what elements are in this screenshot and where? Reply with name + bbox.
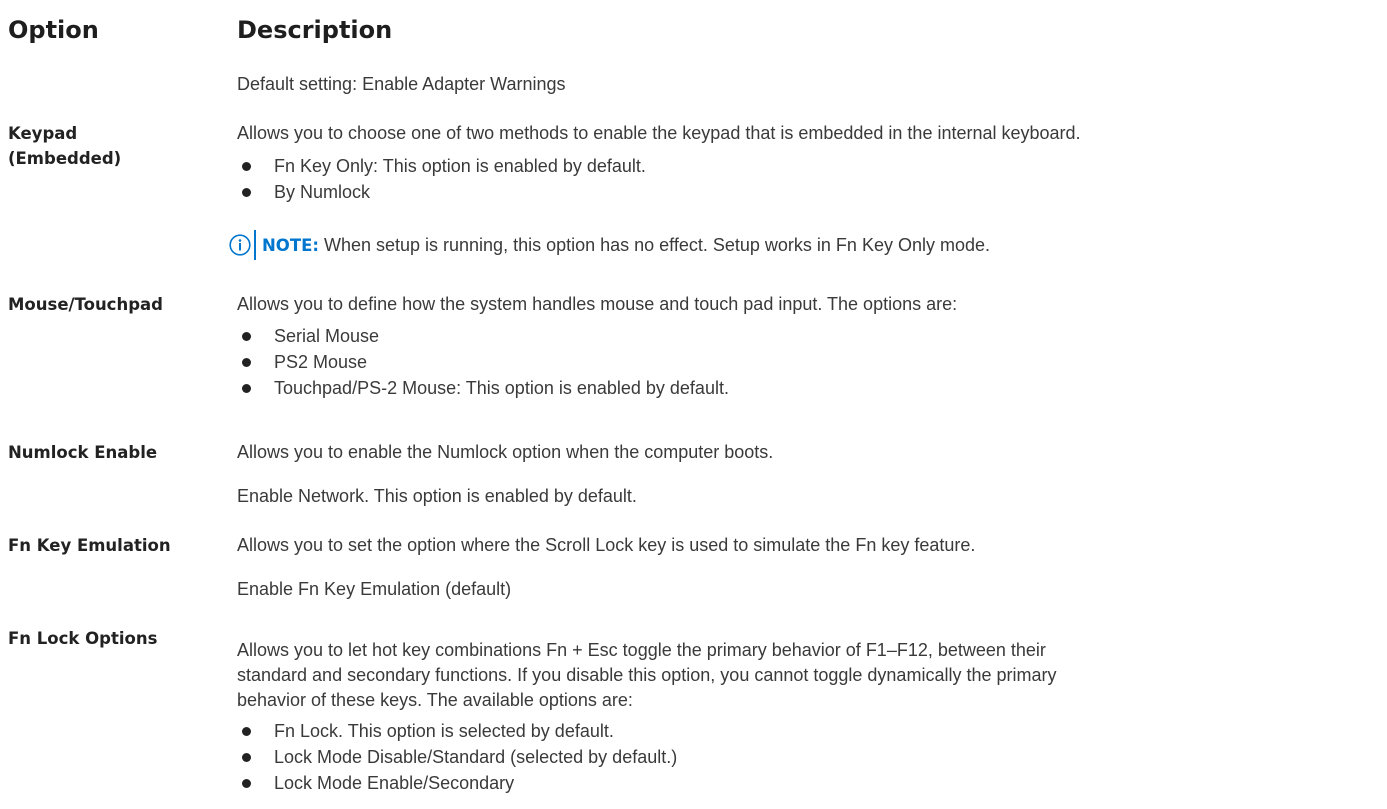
list-item: Lock Mode Enable/Secondary	[237, 770, 677, 796]
option-numlock-enable: Numlock Enable	[8, 443, 158, 462]
option-mouse-touchpad: Mouse/Touchpad	[8, 295, 163, 314]
fn-emulation-default: Enable Fn Key Emulation (default)	[237, 579, 512, 599]
fn-lock-description-line-3: behavior of these keys. The available op…	[237, 690, 633, 710]
list-item: Lock Mode Disable/Standard (selected by …	[237, 744, 677, 770]
option-fn-lock-options: Fn Lock Options	[8, 629, 158, 648]
bios-options-table: Option Description Default setting: Enab…	[0, 0, 1387, 809]
bullet-dot	[242, 727, 251, 736]
bullet-dot	[242, 779, 251, 788]
fn-lock-description-line-1: Allows you to let hot key combinations F…	[237, 640, 1046, 660]
note-label: NOTE:	[262, 235, 319, 255]
mouse-description: Allows you to define how the system hand…	[237, 294, 958, 314]
list-item: Fn Lock. This option is selected by defa…	[237, 718, 677, 744]
list-item: Serial Mouse	[237, 323, 729, 349]
info-circle-icon	[229, 234, 251, 256]
numlock-description: Allows you to enable the Numlock option …	[237, 442, 774, 462]
keypad-description: Allows you to choose one of two methods …	[237, 123, 1081, 143]
bullet-dot	[242, 753, 251, 762]
column-header-description: Description	[237, 16, 393, 44]
mouse-options-list: Serial Mouse PS2 Mouse Touchpad/PS-2 Mou…	[237, 323, 729, 401]
note-text: NOTE: When setup is running, this option …	[262, 234, 990, 255]
numlock-default: Enable Network. This option is enabled b…	[237, 486, 637, 506]
fn-lock-options-list: Fn Lock. This option is selected by defa…	[237, 718, 677, 796]
note-divider	[254, 230, 256, 260]
keypad-options-list: Fn Key Only: This option is enabled by d…	[237, 153, 646, 205]
option-keypad-embedded: Keypad (Embedded)	[8, 124, 122, 168]
bullet-dot	[242, 358, 251, 367]
bullet-dot	[242, 188, 251, 197]
bullet-dot	[242, 332, 251, 341]
adapter-warnings-default: Default setting: Enable Adapter Warnings	[237, 74, 566, 94]
list-item: By Numlock	[237, 179, 646, 205]
fn-emulation-description: Allows you to set the option where the S…	[237, 535, 976, 555]
fn-lock-description-line-2: standard and secondary functions. If you…	[237, 665, 1057, 685]
bullet-dot	[242, 162, 251, 171]
bullet-dot	[242, 384, 251, 393]
list-item: PS2 Mouse	[237, 349, 729, 375]
column-header-option: Option	[8, 16, 99, 44]
option-fn-key-emulation: Fn Key Emulation	[8, 536, 171, 555]
keypad-note: NOTE: When setup is running, this option …	[229, 228, 990, 262]
list-item: Fn Key Only: This option is enabled by d…	[237, 153, 646, 179]
list-item: Touchpad/PS-2 Mouse: This option is enab…	[237, 375, 729, 401]
